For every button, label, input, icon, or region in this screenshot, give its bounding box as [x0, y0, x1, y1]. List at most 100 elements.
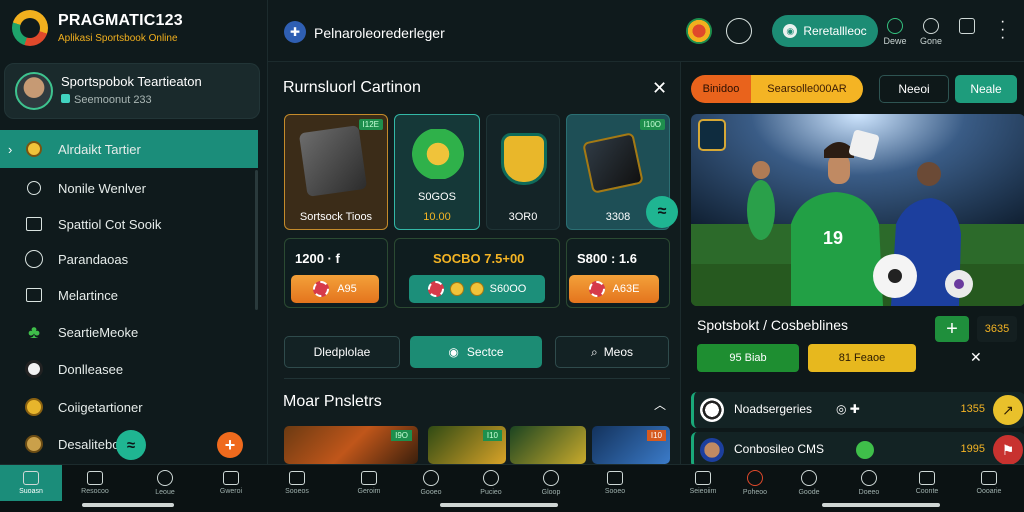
- sidebar-item-3[interactable]: Parandaoas: [0, 240, 258, 278]
- sidebar-item-label: Desalitebo: [58, 436, 120, 452]
- user-icon[interactable]: [726, 18, 752, 44]
- odd-small[interactable]: 3635: [977, 316, 1017, 342]
- chip-icon: [427, 281, 444, 297]
- tile-sub: 10.00: [423, 211, 451, 223]
- brand-logo[interactable]: [12, 10, 48, 46]
- nav-label: Gweroi: [219, 488, 243, 495]
- tab-1[interactable]: ◉ Sectce: [410, 336, 542, 368]
- gesture-bar[interactable]: [440, 503, 558, 507]
- match-panel: Binidoo Searsolle000AR Neeoi Neale 19 Sp…: [680, 62, 1024, 468]
- tile-badge: I10O: [639, 119, 665, 130]
- tile-caption: S0GOS: [418, 191, 456, 203]
- cta-button[interactable]: ◉ Reretallleoc: [772, 15, 878, 47]
- tab-label: Meos: [603, 345, 634, 359]
- logo-fab-icon[interactable]: ≈: [646, 196, 678, 228]
- bottom-nav-13[interactable]: Doeeo: [838, 465, 900, 501]
- gesture-bar[interactable]: [82, 503, 174, 507]
- nav-label: Goode: [798, 489, 820, 496]
- bottom-nav-4[interactable]: Sooeos: [266, 465, 328, 501]
- game-tile-0[interactable]: I12E Sortsock Tioos: [284, 114, 388, 230]
- flag-icon[interactable]: ⚑: [993, 435, 1023, 465]
- home-icon: [23, 471, 39, 485]
- value-card-0: 1200 · f A95: [284, 238, 388, 308]
- bottom-nav-12[interactable]: Goode: [778, 465, 840, 501]
- bell-button[interactable]: Gone: [914, 18, 948, 46]
- tile-caption: Sortsock Tioos: [299, 211, 373, 223]
- odd-button-home[interactable]: 95 Biab: [697, 344, 799, 372]
- value-text: S800 : 1.6: [577, 251, 637, 266]
- profile-id: Seemoonut 233: [61, 94, 152, 106]
- sidebar-item-7[interactable]: Coiigetartioner: [0, 388, 258, 426]
- sidebar-item-label: SeartieMeoke: [58, 324, 139, 340]
- login-button[interactable]: Neeoi: [879, 75, 949, 103]
- add-button[interactable]: +: [217, 432, 243, 458]
- sidebar-scrollbar[interactable]: [255, 170, 258, 310]
- whistle-icon[interactable]: ↗: [993, 395, 1023, 425]
- bet-button-1[interactable]: S60OO: [409, 275, 545, 303]
- avatar: [15, 72, 53, 110]
- bet-button-2[interactable]: A63E: [569, 275, 659, 303]
- promo-pill[interactable]: Binidoo Searsolle000AR: [691, 75, 863, 103]
- app-badge-icon[interactable]: ✚: [284, 21, 306, 43]
- bottom-nav-home[interactable]: Suoasn: [0, 465, 62, 501]
- tab-2[interactable]: ⌕ Meos: [555, 336, 669, 368]
- football-icon: [24, 359, 44, 379]
- clock-icon: [24, 249, 44, 269]
- bet-button-0[interactable]: A95: [291, 275, 379, 303]
- bottom-nav-14[interactable]: Coonte: [896, 465, 958, 501]
- bottom-nav-6[interactable]: Gooeo: [400, 465, 462, 501]
- chevron-up-icon[interactable]: ︿: [654, 396, 666, 413]
- card-icon: [24, 214, 44, 234]
- bet-label: S60OO: [489, 283, 527, 295]
- bottom-nav-9[interactable]: Sooeo: [584, 465, 646, 501]
- nav-label: Coonte: [915, 488, 939, 495]
- bottom-nav-7[interactable]: Pucieo: [460, 465, 522, 501]
- bottom-nav-8[interactable]: Gloop: [520, 465, 582, 501]
- tab-0[interactable]: Dledplolae: [284, 336, 400, 368]
- game-thumb-2[interactable]: [510, 426, 586, 464]
- sidebar-item-4[interactable]: Melartince: [0, 276, 258, 314]
- more-vertical-icon[interactable]: · · ·: [1000, 14, 1006, 46]
- target-icon[interactable]: [686, 18, 712, 44]
- game-tile-2[interactable]: 3OR0: [486, 114, 560, 230]
- event-odd: 1355: [960, 403, 985, 415]
- register-button[interactable]: Neale: [955, 75, 1017, 103]
- sidebar-item-1[interactable]: Nonile Wenlver: [0, 169, 258, 207]
- sidebar-item-0[interactable]: › Alrdaikt Tartier: [0, 130, 258, 168]
- event-name: Noadsergeries: [734, 402, 813, 416]
- bottom-nav-2[interactable]: Leoue: [134, 465, 196, 501]
- close-icon[interactable]: ✕: [970, 349, 982, 366]
- bottom-nav-11[interactable]: Poheoo: [724, 465, 786, 501]
- hero-banner[interactable]: 19: [691, 114, 1024, 306]
- sidebar-item-2[interactable]: Spattiol Cot Sooik: [0, 205, 258, 243]
- game-thumb-3[interactable]: I10: [592, 426, 670, 464]
- chart-icon: [24, 285, 44, 305]
- bottom-nav-1[interactable]: Resocoo: [64, 465, 126, 501]
- tag-icon: [607, 471, 623, 485]
- chip-icon: [588, 281, 605, 297]
- nav-label: Seieoiim: [689, 488, 717, 495]
- sync-icon[interactable]: ≈: [116, 430, 146, 460]
- odd-button-away[interactable]: 81 Feaoe: [808, 344, 916, 372]
- chevron-right-icon: ›: [8, 141, 13, 157]
- bottom-nav-3[interactable]: Gweroi: [200, 465, 262, 501]
- sidebar-item-6[interactable]: Donlleasee: [0, 350, 258, 388]
- game-tile-1[interactable]: S0GOS 10.00: [394, 114, 480, 230]
- event-row-0[interactable]: Noadsergeries ◎ ✚ 1355 ↗: [691, 392, 1024, 428]
- shield-button[interactable]: Dewe: [878, 18, 912, 46]
- bottom-nav-5[interactable]: Geroim: [338, 465, 400, 501]
- add-bet-button[interactable]: +: [935, 316, 969, 342]
- event-row-1[interactable]: Conbosileo CMS 1995 ⚑: [691, 432, 1024, 468]
- sidebar-item-label: Coiigetartioner: [58, 399, 143, 415]
- game-thumb-0[interactable]: I9O: [284, 426, 418, 464]
- sidebar-item-5[interactable]: ♣ SeartieMeoke: [0, 313, 258, 351]
- football-icon: [700, 398, 724, 422]
- settings-button[interactable]: [950, 18, 984, 36]
- user-profile-card[interactable]: Sportspobok Teartieaton Seemoonut 233: [4, 63, 260, 119]
- value-text: 1200 · f: [295, 251, 340, 266]
- cta-label: Reretallleoc: [803, 24, 867, 38]
- game-thumb-1[interactable]: I10: [428, 426, 506, 464]
- bottom-nav-15[interactable]: Oooarie: [958, 465, 1020, 501]
- gesture-bar[interactable]: [822, 503, 940, 507]
- close-icon[interactable]: ✕: [652, 78, 667, 99]
